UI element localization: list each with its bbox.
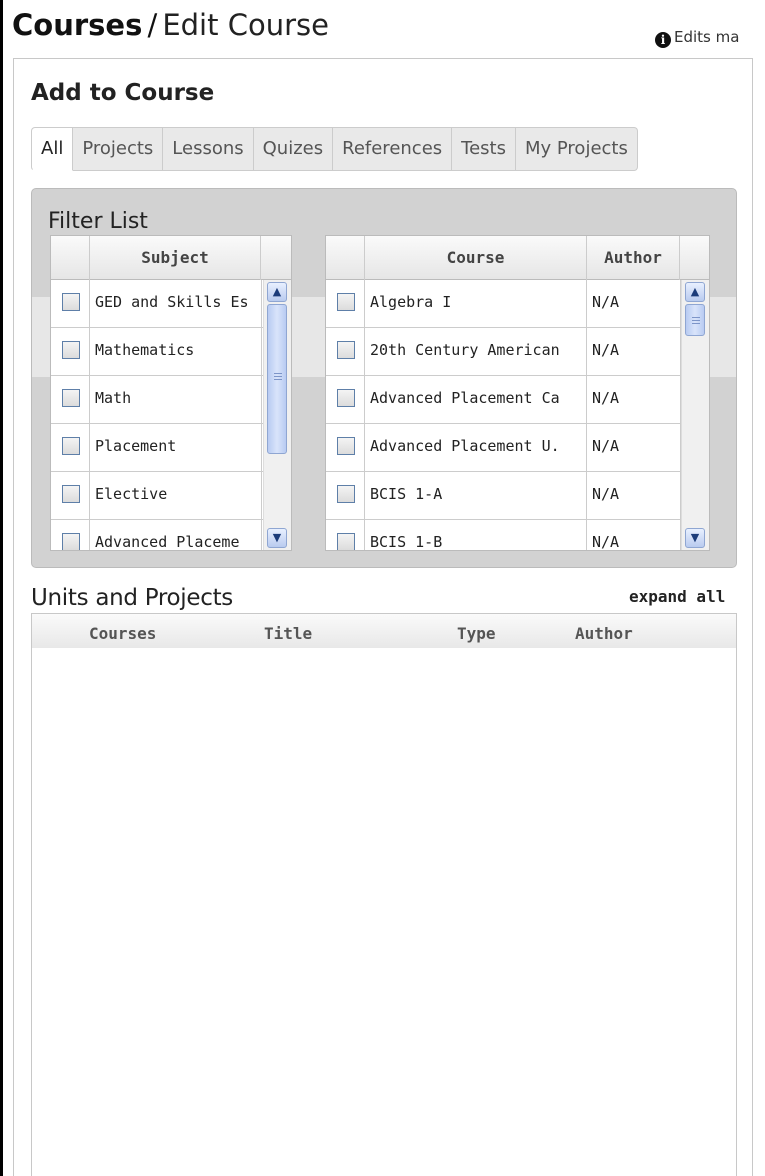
checkbox-cell [326, 280, 365, 328]
subject-label: Placement [90, 424, 262, 472]
tab-lessons[interactable]: Lessons [163, 127, 254, 171]
subject-grid: Subject GED and Skills Es Mathematics Ma… [50, 235, 292, 551]
scroll-thumb[interactable] [685, 304, 705, 336]
course-name: BCIS 1-A [365, 472, 587, 520]
subject-label: Mathematics [90, 328, 262, 376]
subject-grid-header: Subject [51, 236, 291, 280]
tab-tests[interactable]: Tests [452, 127, 516, 171]
subject-checkbox[interactable] [62, 389, 80, 407]
course-name: Advanced Placement U. [365, 424, 587, 472]
subject-label: Elective [90, 472, 262, 520]
course-row[interactable]: BCIS 1-B N/A [326, 520, 681, 550]
subject-label: Advanced Placeme [90, 520, 262, 550]
edit-notice: i Edits ma [655, 28, 739, 48]
tab-projects[interactable]: Projects [73, 127, 164, 171]
checkbox-cell [326, 424, 365, 472]
course-author: N/A [587, 520, 681, 550]
course-author: N/A [587, 376, 681, 424]
tab-references[interactable]: References [333, 127, 453, 171]
checkbox-cell [51, 520, 90, 550]
course-checkbox[interactable] [337, 485, 355, 503]
course-row[interactable]: 20th Century American N/A [326, 328, 681, 376]
checkbox-cell [326, 520, 365, 550]
scroll-down-arrow-icon[interactable]: ▼ [685, 528, 705, 548]
course-checkbox[interactable] [337, 293, 355, 311]
expand-all-link[interactable]: expand all [629, 587, 725, 606]
course-scrollbar[interactable]: ▲ ▼ [681, 280, 709, 550]
checkbox-cell [51, 472, 90, 520]
course-author: N/A [587, 328, 681, 376]
subject-row[interactable]: GED and Skills Es [51, 280, 263, 328]
subject-row[interactable]: Placement [51, 424, 263, 472]
edit-notice-text: Edits ma [674, 28, 740, 46]
filter-list-title: Filter List [48, 209, 148, 234]
content-type-tabs: All Projects Lessons Quizes References T… [31, 127, 638, 171]
type-column-header[interactable]: Type [457, 624, 496, 643]
subject-row[interactable]: Math [51, 376, 263, 424]
course-name: Algebra I [365, 280, 587, 328]
units-and-projects-title: Units and Projects [31, 585, 233, 611]
scroll-down-arrow-icon[interactable]: ▼ [267, 528, 287, 548]
subject-scrollbar[interactable]: ▲ ▼ [263, 280, 291, 550]
course-row[interactable]: Advanced Placement U. N/A [326, 424, 681, 472]
courses-column-header[interactable]: Courses [89, 624, 156, 643]
course-checkbox[interactable] [337, 437, 355, 455]
course-row[interactable]: Advanced Placement Ca N/A [326, 376, 681, 424]
course-name: 20th Century American [365, 328, 587, 376]
course-name: BCIS 1-B [365, 520, 587, 550]
subject-label: Math [90, 376, 262, 424]
units-table-header: Courses Title Type Author [32, 614, 736, 648]
scroll-up-arrow-icon[interactable]: ▲ [685, 282, 705, 302]
course-grid-header: Course Author [326, 236, 709, 280]
subject-checkbox[interactable] [62, 437, 80, 455]
course-author: N/A [587, 424, 681, 472]
subject-row[interactable]: Elective [51, 472, 263, 520]
subject-checkbox[interactable] [62, 533, 80, 550]
course-row[interactable]: BCIS 1-A N/A [326, 472, 681, 520]
course-row[interactable]: Algebra I N/A [326, 280, 681, 328]
subject-checkbox[interactable] [62, 293, 80, 311]
subject-checkbox[interactable] [62, 341, 80, 359]
checkbox-cell [326, 376, 365, 424]
subject-row[interactable]: Mathematics [51, 328, 263, 376]
page-left-border [0, 0, 3, 1176]
subject-select-header [51, 236, 90, 280]
course-checkbox[interactable] [337, 389, 355, 407]
breadcrumb-courses[interactable]: Courses [12, 8, 142, 42]
course-author: N/A [587, 280, 681, 328]
tab-my-projects[interactable]: My Projects [515, 127, 638, 171]
author-column-header[interactable]: Author [587, 236, 680, 280]
filter-list-box: Filter List Subject GED and Skills Es Ma… [31, 188, 737, 568]
title-column-header[interactable]: Title [264, 624, 312, 643]
checkbox-cell [326, 328, 365, 376]
course-column-header[interactable]: Course [365, 236, 587, 280]
add-to-course-title: Add to Course [31, 80, 215, 106]
page-header: Courses / Edit Course [12, 8, 765, 48]
course-select-header [326, 236, 365, 280]
checkbox-cell [51, 424, 90, 472]
course-checkbox[interactable] [337, 533, 355, 550]
subject-row[interactable]: Advanced Placeme [51, 520, 263, 550]
subject-checkbox[interactable] [62, 485, 80, 503]
tab-all[interactable]: All [31, 127, 74, 171]
course-checkbox[interactable] [337, 341, 355, 359]
checkbox-cell [51, 376, 90, 424]
subject-column-header[interactable]: Subject [90, 236, 261, 280]
units-table: Courses Title Type Author [31, 613, 737, 1176]
course-author: N/A [587, 472, 681, 520]
checkbox-cell [51, 328, 90, 376]
tab-quizes[interactable]: Quizes [253, 127, 334, 171]
scroll-thumb[interactable] [267, 304, 287, 454]
checkbox-cell [51, 280, 90, 328]
author-column-header[interactable]: Author [575, 624, 633, 643]
subject-label: GED and Skills Es [90, 280, 262, 328]
scroll-up-arrow-icon[interactable]: ▲ [267, 282, 287, 302]
info-icon: i [655, 32, 671, 48]
course-name: Advanced Placement Ca [365, 376, 587, 424]
page-title: Edit Course [162, 8, 329, 42]
breadcrumb-separator: / [147, 8, 158, 42]
checkbox-cell [326, 472, 365, 520]
course-grid: Course Author Algebra I N/A 20th Century… [325, 235, 710, 551]
